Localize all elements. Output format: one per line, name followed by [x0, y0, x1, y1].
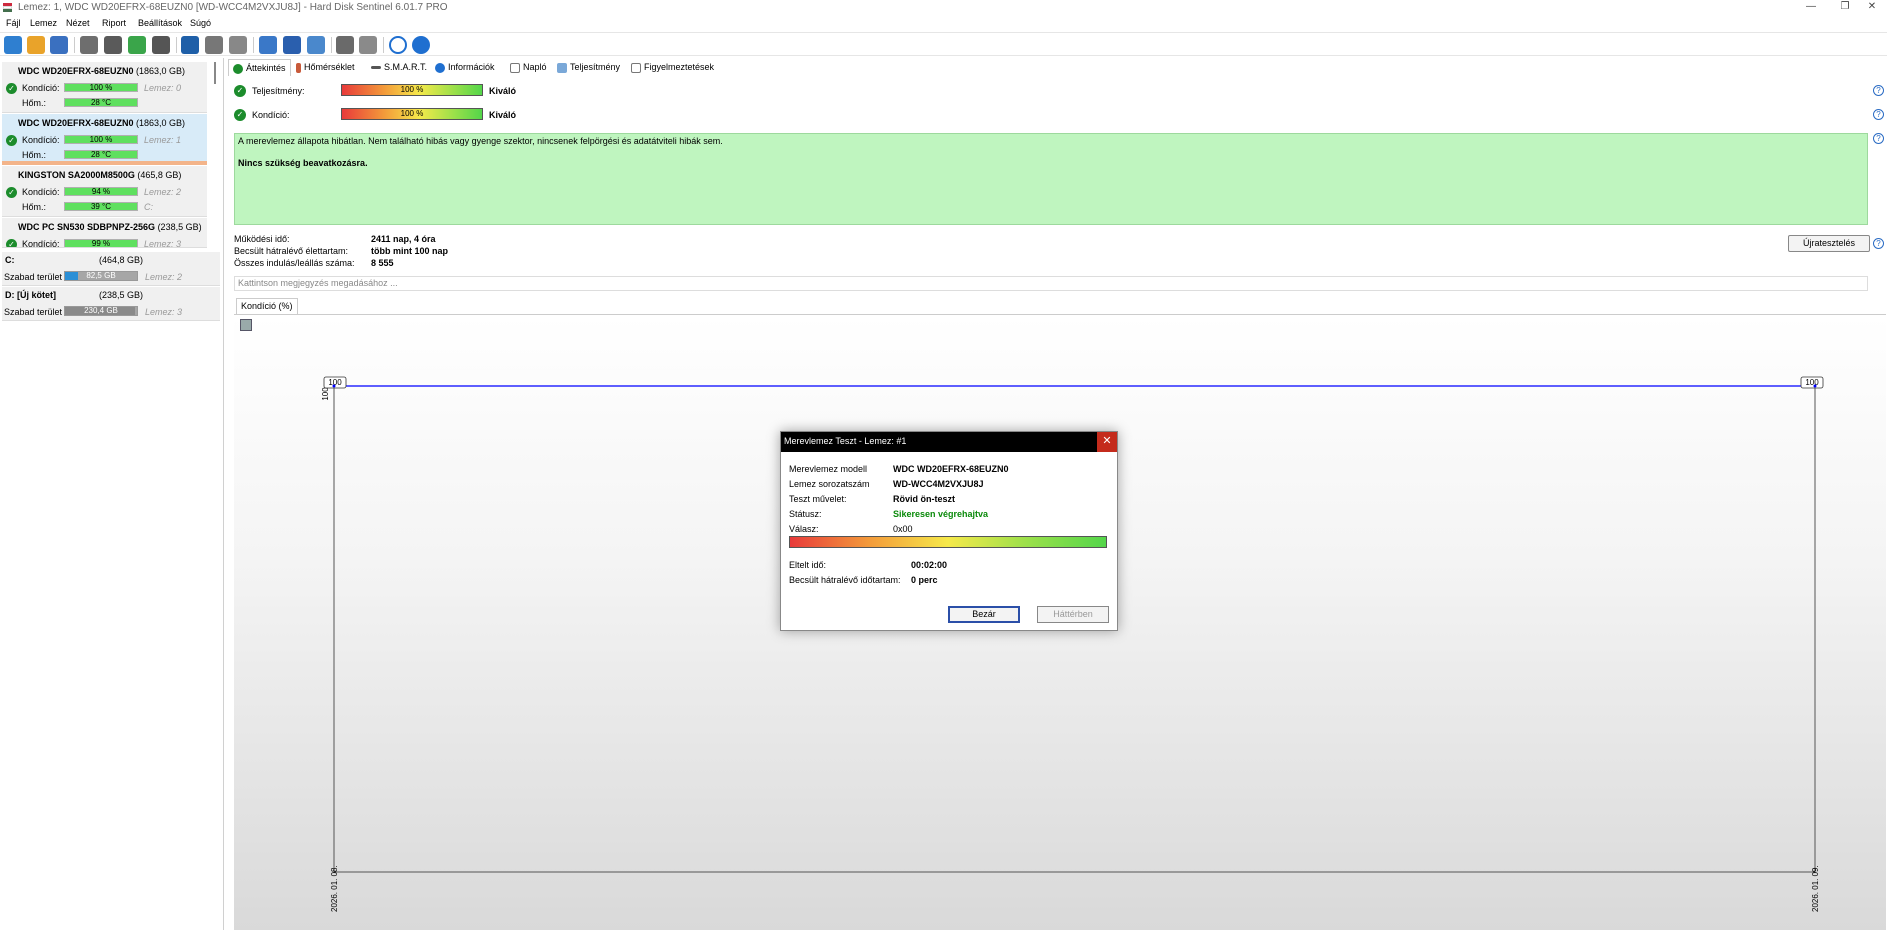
background-button[interactable]: Háttérben — [1037, 606, 1109, 623]
test-operation-value: Rövid ön-teszt — [893, 494, 955, 504]
y-tick-label: 100 — [321, 387, 330, 401]
serial-label: Lemez sorozatszám — [789, 479, 870, 489]
model-value: WDC WD20EFRX-68EUZN0 — [893, 464, 1009, 474]
status-label: Státusz: — [789, 509, 822, 519]
disk-test-dialog: Merevlemez Teszt - Lemez: #1 ✕ Merevleme… — [780, 431, 1118, 631]
data-point — [332, 384, 336, 388]
answer-label: Válasz: — [789, 524, 819, 534]
dialog-title: Merevlemez Teszt - Lemez: #1 — [784, 436, 907, 446]
elapsed-value: 00:02:00 — [911, 560, 948, 570]
elapsed-label: Eltelt idő: — [789, 560, 827, 570]
remaining-time-label: Becsült hátralévő időtartam: — [789, 575, 901, 585]
x-tick-label: 2026. 01. 09. — [1811, 865, 1820, 912]
point-label: 100 — [1805, 378, 1819, 387]
dialog-title-bar: Merevlemez Teszt - Lemez: #1 ✕ — [781, 432, 1117, 452]
model-label: Merevlemez modell — [789, 464, 868, 474]
remaining-time-value: 0 perc — [911, 575, 938, 585]
close-button[interactable]: Bezár — [948, 606, 1020, 623]
status-value: Sikeresen végrehajtva — [893, 509, 989, 519]
data-point — [1813, 384, 1817, 388]
dialog-close-icon[interactable]: ✕ — [1097, 432, 1117, 452]
test-operation-label: Teszt művelet: — [789, 494, 847, 504]
test-progress-bar — [789, 536, 1107, 548]
answer-value: 0x00 — [893, 524, 913, 534]
serial-value: WD-WCC4M2VXJU8J — [893, 479, 984, 489]
x-tick-label: 2026. 01. 08. — [330, 865, 339, 912]
